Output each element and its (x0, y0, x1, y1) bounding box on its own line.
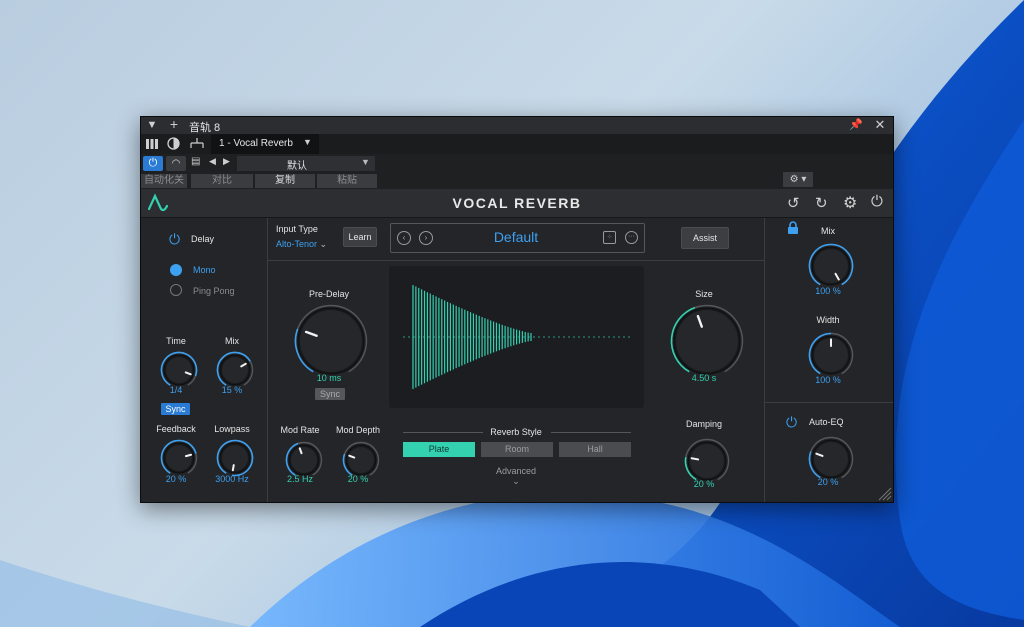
input-type-value: Alto-Tenor (276, 239, 318, 249)
autoeq-power-icon[interactable]: ⏻ (786, 414, 797, 431)
pingpong-radio[interactable] (170, 284, 182, 296)
autoeq-value: 20 % (817, 477, 839, 487)
random-icon[interactable]: ⁘ (603, 231, 616, 244)
chevron-down-icon: ⌄ (319, 239, 328, 249)
divider (551, 432, 631, 433)
delay-mix-label: Mix (225, 336, 239, 346)
autoeq-label: Auto-EQ (809, 417, 844, 427)
preset-name: 默认 (287, 161, 307, 172)
output-mix-value: 100 % (815, 286, 841, 296)
reverb-style-label: Reverb Style (490, 427, 542, 437)
automation-toggle[interactable]: 自动化关 (141, 174, 187, 188)
settings-icon[interactable]: ⚙ (843, 193, 857, 213)
host-preset-bar: ⏻ ◠ ▤ ◀ ▶ 默认 ▼ (141, 154, 893, 173)
routing-icon[interactable] (189, 137, 205, 150)
size-label: Size (695, 289, 713, 299)
damping-value: 20 % (693, 479, 715, 489)
chevron-down-icon: ▼ (303, 137, 312, 147)
mono-radio[interactable] (170, 264, 182, 276)
input-type-label: Input Type (276, 224, 318, 234)
width-label: Width (816, 315, 840, 325)
plugin-power-icon[interactable]: ⏻ (871, 193, 883, 210)
plugin-window: ▼ + 音轨 8 📌 ✕ 1 - Vocal Reverb ▼ ⏻ ◠ ▤ ◀ … (140, 116, 894, 503)
size-knob[interactable] (669, 303, 745, 384)
damping-label: Damping (685, 419, 723, 429)
pingpong-label: Ping Pong (193, 286, 235, 296)
delay-sync-button[interactable]: Sync (161, 403, 190, 415)
mixer-icon[interactable] (145, 137, 159, 149)
compare-button[interactable]: 对比 (191, 174, 253, 188)
style-plate-button[interactable]: Plate (403, 442, 475, 457)
undo-icon[interactable]: ↺ (787, 194, 800, 212)
settings-menu-icon[interactable]: ⚙ ▾ (783, 172, 813, 187)
preset-browser: ‹ › Default ⁘ ··· (390, 223, 645, 253)
feedback-label: Feedback (156, 424, 196, 434)
more-icon[interactable]: ··· (625, 231, 638, 244)
close-icon[interactable]: ✕ (873, 117, 887, 133)
next-preset-icon[interactable]: ▶ (223, 156, 230, 167)
input-type-dropdown[interactable]: Alto-Tenor ⌄ (276, 239, 327, 250)
predelay-value: 10 ms (316, 373, 342, 383)
time-label: Time (166, 336, 186, 346)
width-value: 100 % (815, 375, 841, 385)
lock-icon[interactable] (787, 221, 799, 235)
style-room-button[interactable]: Room (481, 442, 553, 457)
learn-button[interactable]: Learn (343, 227, 377, 247)
automation-icon[interactable]: ◠ (166, 156, 186, 171)
mono-label: Mono (193, 265, 216, 275)
host-title-bar: ▼ + 音轨 8 📌 ✕ (141, 117, 893, 134)
lowpass-label: Lowpass (214, 424, 250, 434)
time-value: 1/4 (169, 385, 183, 395)
power-icon[interactable]: ⏻ (143, 156, 163, 171)
add-icon[interactable]: + (167, 117, 181, 133)
predelay-knob[interactable] (293, 303, 369, 384)
file-icon[interactable]: ▤ (191, 156, 205, 170)
prev-preset-icon[interactable]: ‹ (397, 231, 411, 245)
assist-button[interactable]: Assist (681, 227, 729, 249)
dropdown-arrow-icon[interactable]: ▼ (145, 117, 159, 134)
plugin-slot-name: 1 - Vocal Reverb (219, 138, 293, 149)
advanced-toggle[interactable]: Advanced (481, 466, 551, 476)
size-value: 4.50 s (691, 373, 717, 383)
chevron-double-down-icon[interactable]: ⌄ (481, 476, 551, 487)
paste-button[interactable]: 粘贴 (317, 174, 377, 188)
chevron-down-icon: ▼ (361, 157, 370, 167)
divider (403, 432, 483, 433)
host-compare-bar: 自动化关 对比 复制 粘贴 ⚙ ▾ (141, 172, 893, 189)
feedback-value: 20 % (165, 474, 187, 484)
host-toolbar: 1 - Vocal Reverb ▼ (141, 134, 893, 154)
predelay-label: Pre-Delay (308, 289, 349, 299)
moddepth-value: 20 % (347, 474, 369, 484)
modrate-value: 2.5 Hz (286, 474, 313, 484)
delay-label: Delay (191, 234, 215, 244)
lowpass-value: 3000 Hz (215, 474, 249, 484)
style-hall-button[interactable]: Hall (559, 442, 631, 457)
eq-ball-icon[interactable] (167, 137, 180, 150)
plugin-preset-name[interactable]: Default (441, 229, 591, 245)
plugin-slot-selector[interactable]: 1 - Vocal Reverb ▼ (211, 134, 319, 154)
prev-preset-icon[interactable]: ◀ (209, 156, 216, 167)
delay-power-icon[interactable]: ⏻ (169, 231, 180, 248)
next-preset-icon[interactable]: › (419, 231, 433, 245)
output-mix-label: Mix (821, 226, 835, 236)
delay-mix-value: 15 % (221, 385, 243, 395)
preset-selector[interactable]: 默认 ▼ (237, 156, 375, 172)
pin-icon[interactable]: 📌 (849, 117, 863, 134)
predelay-sync-button[interactable]: Sync (315, 388, 345, 400)
copy-button[interactable]: 复制 (255, 174, 315, 188)
plugin-header: VOCAL REVERB ↺ ↻ ⚙ ⏻ (141, 189, 893, 218)
track-name: 音轨 8 (189, 122, 221, 134)
modrate-label: Mod Rate (280, 425, 320, 435)
plugin-title: VOCAL REVERB (452, 195, 582, 211)
redo-icon[interactable]: ↻ (815, 194, 828, 212)
moddepth-label: Mod Depth (335, 425, 381, 435)
